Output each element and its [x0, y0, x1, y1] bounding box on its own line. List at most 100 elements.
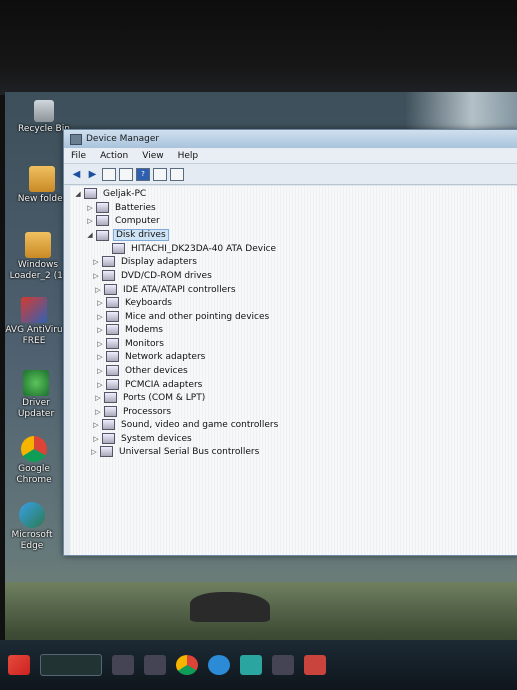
collapsed-arrow-icon[interactable]: ▷: [94, 286, 102, 294]
collapsed-arrow-icon[interactable]: ▷: [96, 299, 104, 307]
disk-drive-icon: [96, 229, 109, 241]
show-hide-tree-icon[interactable]: [102, 167, 116, 181]
collapsed-arrow-icon[interactable]: ▷: [86, 217, 94, 225]
sound-icon: [102, 419, 115, 430]
collapsed-arrow-icon[interactable]: ▷: [94, 408, 102, 416]
view-icon[interactable]: [153, 167, 167, 181]
tree-node-hitachi-disk[interactable]: HITACHI_DK23DA-40 ATA Device: [112, 243, 278, 254]
desktop-icon-label: Windows Loader_2 (1): [9, 260, 67, 281]
collapsed-arrow-icon[interactable]: ▷: [96, 353, 104, 361]
edge-taskbar-icon[interactable]: [208, 655, 230, 675]
monitor-icon: [106, 338, 119, 349]
properties-icon[interactable]: [119, 167, 133, 181]
battery-icon: [96, 202, 109, 213]
tree-node-mice[interactable]: ▷ Mice and other pointing devices: [96, 311, 271, 322]
store-taskbar-icon[interactable]: [240, 655, 262, 675]
tree-node-batteries[interactable]: ▷ Batteries: [86, 202, 158, 213]
back-arrow-icon[interactable]: ◀: [70, 168, 83, 181]
collapsed-arrow-icon[interactable]: ▷: [86, 204, 94, 212]
tree-node-label: Batteries: [115, 202, 156, 213]
avg-antivirus-icon: [21, 297, 47, 323]
folder-icon: [29, 166, 55, 192]
tree-node-processors[interactable]: ▷ Processors: [94, 406, 173, 417]
forward-arrow-icon[interactable]: ▶: [86, 168, 99, 181]
search-box[interactable]: [40, 654, 102, 676]
menu-bar: File Action View Help: [64, 148, 517, 164]
window-titlebar[interactable]: Device Manager: [64, 130, 517, 148]
desktop-icon-avg[interactable]: AVG AntiViru FREE: [4, 297, 64, 347]
tree-node-label: IDE ATA/ATAPI controllers: [123, 284, 236, 295]
tree-node-ports[interactable]: ▷ Ports (COM & LPT): [94, 392, 207, 403]
collapsed-arrow-icon[interactable]: ▷: [92, 272, 100, 280]
desktop-icon-microsoft-edge[interactable]: Microsoft Edge: [2, 502, 62, 552]
tree-node-pcmcia[interactable]: ▷ PCMCIA adapters: [96, 379, 204, 390]
tree-node-label: Disk drives: [113, 229, 169, 241]
scan-hardware-icon[interactable]: [170, 167, 184, 181]
network-adapter-icon: [106, 351, 119, 362]
tree-node-label: Keyboards: [125, 297, 172, 308]
start-icon[interactable]: [8, 655, 30, 675]
desktop-icon-windows-loader[interactable]: Windows Loader_2 (1): [8, 232, 68, 282]
collapsed-arrow-icon[interactable]: ▷: [92, 435, 100, 443]
tree-node-label: Display adapters: [121, 256, 197, 267]
collapsed-arrow-icon[interactable]: ▷: [96, 326, 104, 334]
tree-node-system-devices[interactable]: ▷ System devices: [92, 433, 194, 444]
tree-node-sound[interactable]: ▷ Sound, video and game controllers: [92, 419, 280, 430]
tree-node-label: Modems: [125, 324, 163, 335]
desktop-icon-driver-updater[interactable]: Driver Updater: [6, 370, 66, 420]
tree-node-dvd-drives[interactable]: ▷ DVD/CD-ROM drives: [92, 270, 214, 281]
ide-controller-icon: [104, 284, 117, 295]
tree-node-modems[interactable]: ▷ Modems: [96, 324, 165, 335]
desktop-icon-label: Google Chrome: [16, 464, 52, 485]
app-taskbar-icon[interactable]: [272, 655, 294, 675]
task-view-icon[interactable]: [112, 655, 134, 675]
tree-node-keyboards[interactable]: ▷ Keyboards: [96, 297, 174, 308]
file-explorer-icon[interactable]: [144, 655, 166, 675]
menu-view[interactable]: View: [135, 151, 170, 161]
menu-file[interactable]: File: [64, 151, 93, 161]
tree-node-monitors[interactable]: ▷ Monitors: [96, 338, 166, 349]
collapsed-arrow-icon[interactable]: ▷: [94, 394, 102, 402]
usb-icon: [100, 446, 113, 457]
device-manager-window[interactable]: Device Manager File Action View Help ◀ ▶…: [63, 129, 517, 556]
help-icon[interactable]: ?: [136, 167, 150, 181]
menu-action[interactable]: Action: [93, 151, 135, 161]
collapsed-arrow-icon[interactable]: ▷: [92, 258, 100, 266]
desktop-icon-label: Driver Updater: [17, 398, 55, 419]
tree-node-usb-controllers[interactable]: ▷ Universal Serial Bus controllers: [90, 446, 261, 457]
pcmcia-icon: [106, 379, 119, 390]
port-icon: [104, 392, 117, 403]
chrome-icon: [21, 436, 47, 462]
toolbox-taskbar-icon[interactable]: [304, 655, 326, 675]
chrome-taskbar-icon[interactable]: [176, 655, 198, 675]
menu-help[interactable]: Help: [171, 151, 206, 161]
collapsed-arrow-icon[interactable]: ▷: [96, 381, 104, 389]
tree-node-disk-drives[interactable]: ◢ Disk drives: [86, 229, 169, 241]
keyboard-icon: [106, 297, 119, 308]
tree-node-ide-controllers[interactable]: ▷ IDE ATA/ATAPI controllers: [94, 284, 238, 295]
window-title: Device Manager: [86, 134, 160, 144]
desktop-icon-label: AVG AntiViru FREE: [5, 325, 63, 346]
tree-node-computer[interactable]: ▷ Computer: [86, 215, 162, 226]
collapsed-arrow-icon[interactable]: ▷: [96, 340, 104, 348]
modem-icon: [106, 324, 119, 335]
expanded-arrow-icon[interactable]: ◢: [74, 190, 82, 198]
collapsed-arrow-icon[interactable]: ▷: [90, 448, 98, 456]
taskbar: [0, 640, 517, 690]
computer-icon: [84, 188, 97, 199]
desktop-icon-google-chrome[interactable]: Google Chrome: [4, 436, 64, 486]
display-adapter-icon: [102, 256, 115, 267]
tree-node-network-adapters[interactable]: ▷ Network adapters: [96, 351, 207, 362]
expanded-arrow-icon[interactable]: ◢: [86, 231, 94, 239]
tree-node-other-devices[interactable]: ▷ Other devices: [96, 365, 190, 376]
collapsed-arrow-icon[interactable]: ▷: [96, 367, 104, 375]
tree-node-label: System devices: [121, 433, 192, 444]
tree-root[interactable]: ◢ Geljak-PC: [74, 188, 148, 199]
tree-node-label: Mice and other pointing devices: [125, 311, 270, 322]
collapsed-arrow-icon[interactable]: ▷: [92, 421, 100, 429]
tree-node-display-adapters[interactable]: ▷ Display adapters: [92, 256, 199, 267]
recycle-bin-icon: [34, 100, 54, 122]
collapsed-arrow-icon[interactable]: ▷: [96, 313, 104, 321]
tree-node-label: Ports (COM & LPT): [123, 392, 206, 403]
tree-root-label: Geljak-PC: [103, 188, 147, 199]
